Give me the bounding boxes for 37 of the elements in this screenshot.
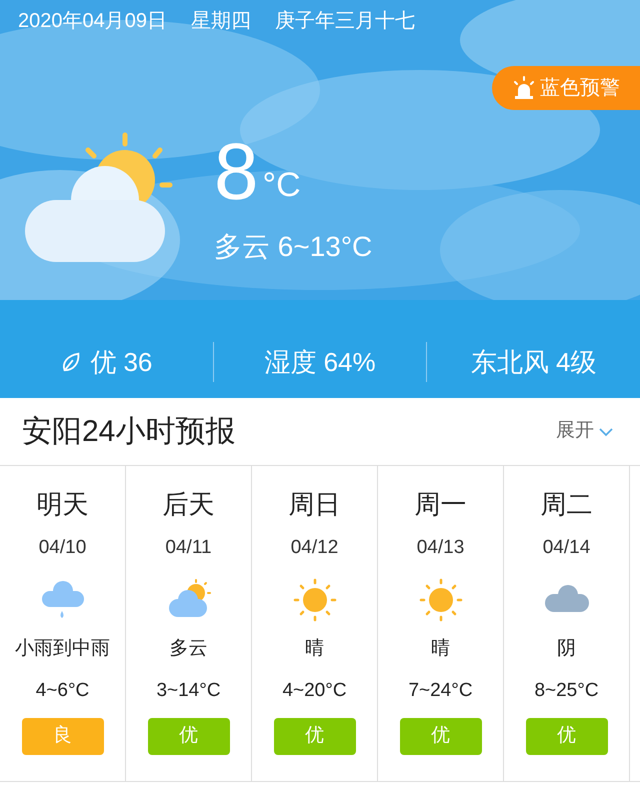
temperature-range: 7~24°C <box>408 679 473 703</box>
air-quality-badge: 优 <box>526 718 608 754</box>
air-quality-badge: 优 <box>274 718 356 754</box>
day-label: 周一 <box>414 488 466 521</box>
temperature-range: 3~14°C <box>156 679 221 703</box>
weather-label: 阴 <box>557 636 576 660</box>
temperature-unit: °C <box>262 165 301 206</box>
temperature-range: 4~6°C <box>36 679 90 703</box>
siren-icon <box>512 76 536 100</box>
weather-label: 小雨到中雨 <box>15 636 110 660</box>
current-temperature: 8 <box>214 132 258 212</box>
air-quality-badge: 优 <box>148 718 230 754</box>
stat-text: 湿度 64% <box>264 346 376 378</box>
date-text: 2020年04月09日 <box>18 9 167 34</box>
date-label: 04/10 <box>38 536 86 560</box>
date-label: 04/12 <box>290 536 338 560</box>
day-label: 周二 <box>540 488 592 521</box>
section-title: 安阳24小时预报 <box>22 414 236 450</box>
day-label: 周日 <box>288 488 340 521</box>
day-label: 明天 <box>36 488 88 521</box>
lunar-date-text: 庚子年三月十七 <box>274 9 415 34</box>
air-quality-badge: 优 <box>400 718 482 754</box>
date-label: 04/13 <box>416 536 464 560</box>
stat-text: 东北风 4级 <box>470 346 597 378</box>
weather-label: 多云 <box>170 636 208 660</box>
stat-text: 优 36 <box>90 346 152 378</box>
weather-summary: 多云 6~13°C <box>214 230 372 264</box>
air-quality-badge: 良 <box>22 718 104 754</box>
day-label: 后天 <box>162 488 214 521</box>
weekday-text: 星期四 <box>190 9 251 34</box>
weather-label: 晴 <box>305 636 324 660</box>
temperature-range: 4~20°C <box>282 679 347 703</box>
temperature-range: 8~25°C <box>534 679 599 703</box>
weather-label: 晴 <box>431 636 450 660</box>
date-label: 04/14 <box>542 536 590 560</box>
date-label: 04/11 <box>165 536 212 560</box>
expand-button[interactable]: 展开 <box>556 417 614 446</box>
